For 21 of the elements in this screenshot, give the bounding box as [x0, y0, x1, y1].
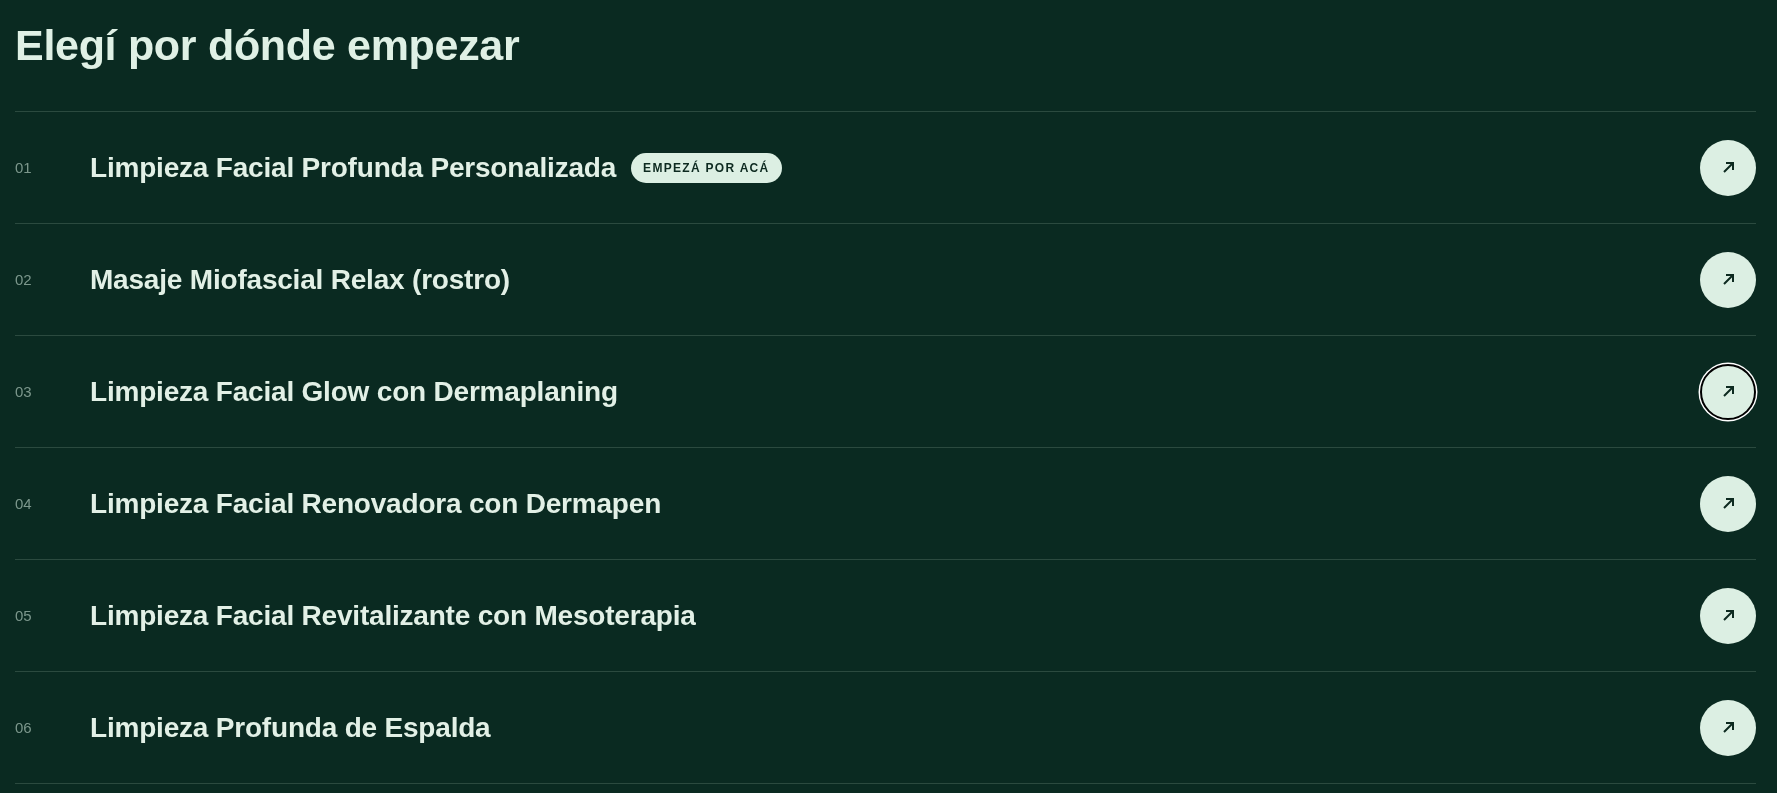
arrow-up-right-icon: [1721, 497, 1735, 510]
arrow-up-right-icon: [1721, 721, 1735, 734]
arrow-up-right-icon: [1721, 273, 1735, 286]
item-number: 05: [15, 607, 33, 624]
treatment-title[interactable]: Limpieza Facial Profunda Personalizada: [90, 151, 617, 184]
item-number: 06: [15, 719, 33, 736]
treatment-title[interactable]: Limpieza Facial Glow con Dermaplaning: [90, 375, 618, 408]
arrow-up-right-icon: [1721, 161, 1735, 174]
item-number: 03: [15, 383, 33, 400]
treatment-title[interactable]: Masaje Miofascial Relax (rostro): [90, 263, 510, 296]
arrow-up-right-icon: [1721, 385, 1735, 398]
section-heading: Elegí por dónde empezar: [15, 20, 520, 71]
open-button[interactable]: [1700, 363, 1756, 420]
item-number: 02: [15, 271, 33, 288]
treatment-title[interactable]: Limpieza Facial Renovadora con Dermapen: [90, 487, 662, 520]
start-here-badge: EMPEZÁ POR ACÁ: [631, 152, 782, 183]
item-number: 04: [15, 495, 33, 512]
arrow-up-right-icon: [1721, 609, 1735, 622]
item-number: 01: [15, 159, 33, 176]
treatment-title[interactable]: Limpieza Facial Revitalizante con Mesoterapia: [90, 599, 696, 632]
treatment-title[interactable]: Limpieza Profunda de Espalda: [90, 711, 491, 744]
